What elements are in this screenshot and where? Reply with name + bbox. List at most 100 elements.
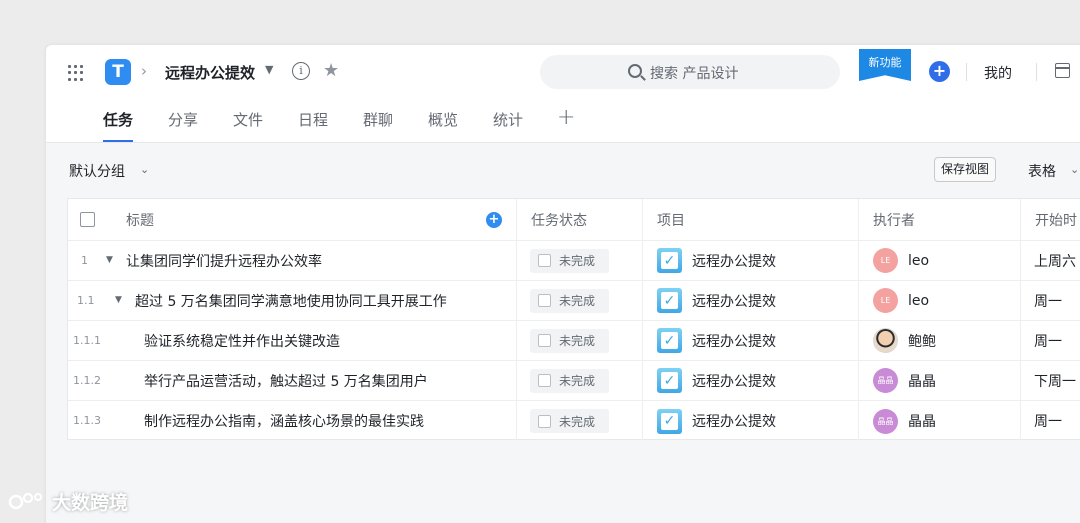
cell-project[interactable]: ✓ 远程办公提效 [643, 361, 859, 400]
caret-down-icon[interactable]: ▼ [106, 255, 113, 265]
search-icon [628, 64, 642, 78]
caret-down-icon[interactable]: ▼ [265, 63, 273, 76]
cell-project[interactable]: ✓ 远程办公提效 [643, 321, 859, 360]
divider [966, 63, 967, 81]
cell-status[interactable]: 未完成 [517, 281, 643, 320]
column-assignee[interactable]: 执行者 [859, 199, 1021, 240]
table-row[interactable]: 1.1.3 制作远程办公指南，涵盖核心场景的最佳实践 未完成 ✓ 远程办公提效 … [68, 401, 1080, 441]
start-time: 周一 [1034, 333, 1062, 350]
task-title[interactable]: 让集团同学们提升远程办公效率 [126, 251, 322, 271]
search-input[interactable]: 搜索 产品设计 [540, 55, 840, 89]
cell-start[interactable]: 周一 [1021, 281, 1080, 320]
start-time: 上周六 [1034, 253, 1076, 270]
project-name: 远程办公提效 [692, 414, 776, 430]
table-row[interactable]: 1.1 ▼ 超过 5 万名集团同学满意地使用协同工具开展工作 未完成 ✓ 远程办… [68, 281, 1080, 321]
app-window: T › 远程办公提效 ▼ i ★ 搜索 产品设计 新功能 + 我的 任务 分享 … [46, 45, 1080, 523]
table-row[interactable]: 1 ▼ 让集团同学们提升远程办公效率 未完成 ✓ 远程办公提效 LE leo 上… [68, 241, 1080, 281]
cell-assignee[interactable]: 晶晶 晶晶 [859, 361, 1021, 400]
start-time: 下周一 [1034, 373, 1076, 390]
column-start[interactable]: 开始时 [1021, 199, 1080, 240]
cell-assignee[interactable]: LE leo [859, 241, 1021, 280]
project-name: 远程办公提效 [692, 333, 776, 350]
cell-assignee[interactable]: 晶晶 晶晶 [859, 401, 1021, 441]
view-select[interactable]: 表格 [1028, 161, 1056, 181]
mine-link[interactable]: 我的 [984, 63, 1012, 83]
info-icon[interactable]: i [292, 62, 310, 80]
column-assignee-label: 执行者 [873, 212, 915, 229]
cell-title[interactable]: 1.1.3 制作远程办公指南，涵盖核心场景的最佳实践 [68, 401, 517, 441]
watermark-logo-icon [8, 492, 42, 510]
cell-title[interactable]: 1.1 ▼ 超过 5 万名集团同学满意地使用协同工具开展工作 [68, 281, 517, 320]
status-tag[interactable]: 未完成 [530, 409, 609, 433]
status-tag[interactable]: 未完成 [530, 288, 609, 313]
checkbox-icon[interactable] [538, 254, 551, 267]
calendar-icon[interactable] [1055, 63, 1070, 78]
table-row[interactable]: 1.1.1 验证系统稳定性并作出关键改造 未完成 ✓ 远程办公提效 鲍鲍 周一 [68, 321, 1080, 361]
chevron-down-icon[interactable]: ⌄ [140, 163, 149, 176]
cell-start[interactable]: 周一 [1021, 401, 1080, 441]
caret-down-icon[interactable]: ▼ [115, 295, 122, 305]
status-tag[interactable]: 未完成 [530, 328, 609, 353]
status-text: 未完成 [559, 334, 596, 348]
save-view-button[interactable]: 保存视图 [934, 157, 997, 182]
cell-start[interactable]: 上周六 [1021, 241, 1080, 280]
status-tag[interactable]: 未完成 [530, 248, 609, 273]
status-text: 未完成 [559, 374, 596, 388]
group-select[interactable]: 默认分组 [69, 161, 125, 181]
avatar: LE [873, 248, 898, 273]
project-title[interactable]: 远程办公提效 [165, 62, 255, 83]
select-all-checkbox[interactable] [80, 212, 95, 227]
cell-title[interactable]: 1.1.1 验证系统稳定性并作出关键改造 [68, 321, 517, 360]
avatar: LE [873, 288, 898, 313]
new-feature-badge[interactable]: 新功能 [859, 49, 911, 81]
column-status[interactable]: 任务状态 [517, 199, 643, 240]
tab-share[interactable]: 分享 [168, 109, 198, 142]
cell-project[interactable]: ✓ 远程办公提效 [643, 281, 859, 320]
task-title[interactable]: 制作远程办公指南，涵盖核心场景的最佳实践 [144, 411, 424, 431]
project-name: 远程办公提效 [692, 253, 776, 270]
checkbox-icon[interactable] [538, 374, 551, 387]
table-row[interactable]: 1.1.2 举行产品运营活动，触达超过 5 万名集团用户 未完成 ✓ 远程办公提… [68, 361, 1080, 401]
cell-status[interactable]: 未完成 [517, 241, 643, 280]
app-logo[interactable]: T [105, 59, 131, 85]
empty-area [46, 440, 1080, 523]
search-placeholder: 搜索 产品设计 [650, 66, 739, 82]
plus-circle-icon[interactable]: + [929, 61, 950, 82]
checkbox-icon[interactable] [538, 294, 551, 307]
add-tab-button[interactable]: + [557, 105, 575, 130]
cell-start[interactable]: 周一 [1021, 321, 1080, 360]
tab-files[interactable]: 文件 [233, 109, 263, 142]
cell-status[interactable]: 未完成 [517, 321, 643, 360]
tab-group-chat[interactable]: 群聊 [363, 109, 393, 142]
column-status-label: 任务状态 [531, 212, 587, 229]
column-project-label: 项目 [657, 212, 685, 229]
status-text: 未完成 [559, 294, 596, 308]
task-title[interactable]: 超过 5 万名集团同学满意地使用协同工具开展工作 [135, 291, 447, 311]
tab-statistics[interactable]: 统计 [493, 109, 523, 142]
task-title[interactable]: 验证系统稳定性并作出关键改造 [144, 331, 340, 351]
cell-start[interactable]: 下周一 [1021, 361, 1080, 400]
cell-status[interactable]: 未完成 [517, 401, 643, 441]
cell-title[interactable]: 1.1.2 举行产品运营活动，触达超过 5 万名集团用户 [68, 361, 517, 400]
add-column-icon[interactable]: + [486, 212, 502, 228]
checkbox-icon[interactable] [538, 334, 551, 347]
cell-status[interactable]: 未完成 [517, 361, 643, 400]
cell-project[interactable]: ✓ 远程办公提效 [643, 241, 859, 280]
column-project[interactable]: 项目 [643, 199, 859, 240]
status-tag[interactable]: 未完成 [530, 368, 609, 393]
star-icon[interactable]: ★ [323, 60, 339, 81]
cell-title[interactable]: 1 ▼ 让集团同学们提升远程办公效率 [68, 241, 517, 280]
cell-project[interactable]: ✓ 远程办公提效 [643, 401, 859, 441]
cell-assignee[interactable]: LE leo [859, 281, 1021, 320]
app-grid-icon[interactable] [68, 65, 84, 81]
checkbox-checked-icon: ✓ [657, 328, 682, 353]
assignee-name: 鲍鲍 [908, 333, 936, 350]
cell-assignee[interactable]: 鲍鲍 [859, 321, 1021, 360]
row-number: 1 [81, 254, 88, 267]
checkbox-icon[interactable] [538, 414, 551, 428]
task-title[interactable]: 举行产品运营活动，触达超过 5 万名集团用户 [144, 371, 428, 391]
tab-schedule[interactable]: 日程 [298, 109, 328, 142]
chevron-down-icon[interactable]: ⌄ [1070, 163, 1079, 176]
tab-overview[interactable]: 概览 [428, 109, 458, 142]
tab-tasks[interactable]: 任务 [103, 109, 134, 142]
